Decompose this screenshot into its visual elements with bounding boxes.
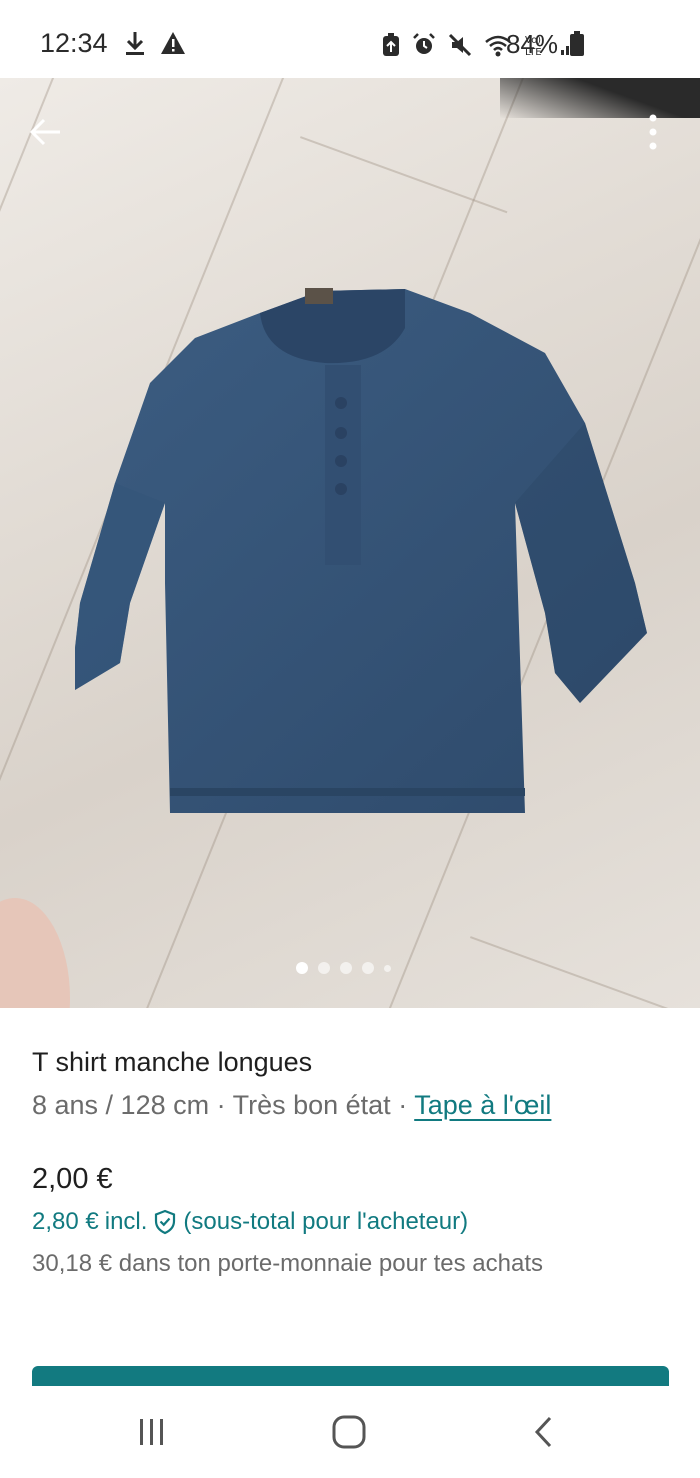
photo-hand-edge [0, 898, 70, 1008]
status-bar: 12:34 Vo) LTE 84% [0, 0, 700, 78]
download-icon [126, 32, 144, 55]
pagination-dot[interactable] [296, 962, 308, 974]
pagination-dot[interactable] [362, 962, 374, 974]
home-icon[interactable] [327, 1410, 371, 1454]
tshirt-image [75, 288, 647, 813]
battery-percentage: 84% [506, 29, 559, 59]
buyer-total-incl-label: incl. [104, 1208, 148, 1235]
buyer-total-note: (sous-total pour l'acheteur) [183, 1208, 469, 1235]
gallery-pagination [296, 962, 391, 974]
item-title: T shirt manche longues [32, 1047, 313, 1077]
shield-check-icon [155, 1209, 176, 1235]
floor-plank-line [300, 136, 508, 214]
pagination-dot[interactable] [384, 964, 391, 972]
pagination-dot[interactable] [318, 962, 330, 974]
status-time: 12:34 [40, 28, 108, 58]
alert-icon [161, 32, 185, 54]
floor-plank-line [0, 78, 62, 1008]
pagination-dot[interactable] [340, 962, 352, 974]
wallet-balance-text: 30,18 € dans ton porte-monnaie pour tes … [32, 1250, 544, 1277]
mute-icon [448, 33, 472, 57]
photo-dark-corner [500, 78, 700, 118]
buyer-total-amount: 2,80 € [32, 1208, 99, 1235]
more-options-icon[interactable] [638, 110, 668, 154]
item-size-condition: 8 ans / 128 cm · Très bon état · [32, 1090, 415, 1120]
alarm-icon [413, 33, 435, 54]
system-back-icon[interactable] [523, 1410, 567, 1454]
item-photo-gallery[interactable] [0, 78, 700, 1008]
item-meta: 8 ans / 128 cm · Très bon état · Tape à … [32, 1090, 551, 1121]
system-nav-bar [0, 1386, 700, 1478]
status-left-icons [124, 30, 186, 56]
battery-icon [570, 31, 584, 56]
recent-apps-icon[interactable] [130, 1410, 174, 1454]
back-arrow-icon[interactable] [28, 114, 64, 150]
item-price: 2,00 € [32, 1163, 113, 1195]
buyer-total-price[interactable]: 2,80 € incl. (sous-total pour l'acheteur… [32, 1208, 468, 1236]
floor-plank-line [470, 936, 697, 1008]
brand-link[interactable]: Tape à l'œil [414, 1090, 551, 1120]
battery-saver-icon [383, 33, 399, 56]
